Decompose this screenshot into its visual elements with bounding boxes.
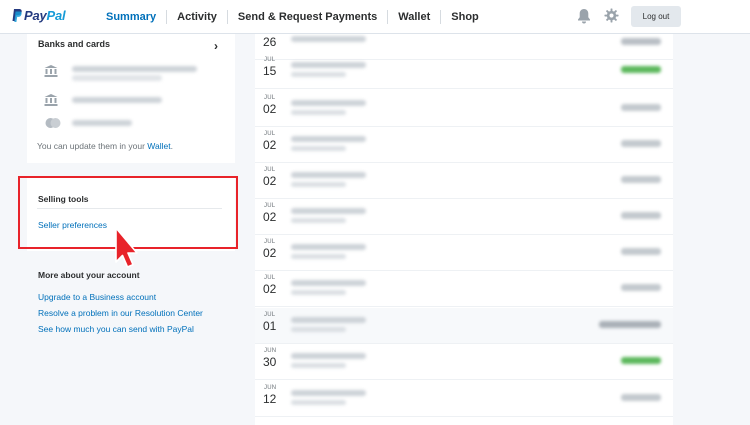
card-icon — [45, 118, 61, 128]
activity-row[interactable]: JUL 01 — [255, 308, 673, 344]
activity-day: 02 — [263, 282, 277, 296]
bank-account-blurred — [72, 66, 197, 72]
activity-row[interactable]: JUN 12 — [255, 381, 673, 417]
activity-month: JUL — [264, 131, 276, 137]
settings-gear-icon[interactable] — [604, 8, 619, 23]
activity-amount-blurred — [621, 212, 661, 219]
activity-month: JUL — [264, 203, 276, 209]
activity-amount-blurred — [621, 357, 661, 364]
activity-amount-blurred — [621, 284, 661, 291]
activity-day: 01 — [263, 319, 277, 333]
activity-row[interactable]: JUL 02 — [255, 235, 673, 271]
activity-amount-blurred — [621, 66, 661, 73]
activity-day: 02 — [263, 210, 277, 224]
paypal-logo[interactable]: PayPal — [12, 8, 66, 23]
activity-amount-blurred — [621, 176, 661, 183]
activity-title-blurred — [291, 172, 366, 178]
activity-amount-blurred — [621, 104, 661, 111]
activity-title-blurred — [291, 280, 366, 286]
activity-amount-blurred — [621, 38, 661, 45]
activity-month: JUL — [264, 312, 276, 318]
activity-title-blurred — [291, 353, 366, 359]
pointer-arrow-icon — [115, 227, 138, 268]
nav-activity[interactable]: Activity — [166, 10, 227, 24]
send-limit-link[interactable]: See how much you can send with PayPal — [38, 324, 194, 334]
activity-subtitle-blurred — [291, 146, 346, 151]
activity-row[interactable]: JUL 15 — [255, 53, 673, 89]
activity-title-blurred — [291, 100, 366, 106]
activity-day: 30 — [263, 355, 277, 369]
more-about-account-title: More about your account — [38, 270, 140, 280]
activity-row[interactable]: JUL 02 — [255, 163, 673, 199]
activity-row[interactable]: JUL 02 — [255, 271, 673, 307]
bank-icon — [44, 65, 58, 77]
chevron-right-icon[interactable]: › — [214, 39, 218, 53]
logout-button[interactable]: Log out — [631, 6, 681, 27]
nav-send-request[interactable]: Send & Request Payments — [226, 10, 387, 24]
activity-title-blurred — [291, 390, 366, 396]
activity-amount-blurred — [621, 140, 661, 147]
activity-subtitle-blurred — [291, 290, 346, 295]
update-note-text: You can update them in your — [37, 141, 148, 151]
paypal-logo-icon — [12, 9, 22, 22]
activity-day: 26 — [263, 35, 277, 49]
activity-subtitle-blurred — [291, 72, 346, 77]
activity-month: JUL — [264, 95, 276, 101]
activity-subtitle-blurred — [291, 363, 346, 368]
update-note-period: . — [170, 141, 173, 151]
activity-day: 15 — [263, 64, 277, 78]
activity-subtitle-blurred — [291, 182, 346, 187]
wallet-link[interactable]: Wallet — [147, 141, 170, 151]
activity-row[interactable]: JUN 30 — [255, 344, 673, 380]
activity-month: JUL — [264, 167, 276, 173]
activity-month: JUN — [264, 348, 277, 354]
activity-day: 02 — [263, 138, 277, 152]
bank-account-detail-blurred — [72, 75, 162, 81]
activity-month: JUN — [264, 385, 277, 391]
activity-list: 26 JUL 15 JUL 02 JUL 02 JUL 02 JUL 02 JU… — [255, 34, 673, 425]
banks-and-cards-title: Banks and cards — [38, 39, 111, 49]
activity-title-blurred — [291, 208, 366, 214]
activity-title-blurred — [291, 36, 366, 42]
activity-title-blurred — [291, 136, 366, 142]
activity-title-blurred — [291, 317, 366, 323]
activity-month: JUL — [264, 275, 276, 281]
main-nav: Summary Activity Send & Request Payments… — [96, 0, 489, 34]
activity-day: 12 — [263, 392, 277, 406]
nav-shop[interactable]: Shop — [440, 10, 489, 24]
activity-day: 02 — [263, 174, 277, 188]
notification-bell-icon[interactable] — [577, 8, 591, 24]
activity-title-blurred — [291, 62, 366, 68]
activity-row[interactable]: JUL 02 — [255, 91, 673, 127]
activity-amount-blurred — [621, 394, 661, 401]
activity-subtitle-blurred — [291, 400, 346, 405]
activity-subtitle-blurred — [291, 218, 346, 223]
update-wallet-note: You can update them in your Wallet. — [37, 141, 173, 151]
bank-account-blurred — [72, 97, 162, 103]
activity-day: 02 — [263, 246, 277, 260]
card-number-blurred — [72, 120, 132, 126]
top-navigation-bar: PayPal Summary Activity Send & Request P… — [0, 0, 750, 34]
activity-subtitle-blurred — [291, 110, 346, 115]
activity-month: JUL — [264, 239, 276, 245]
activity-subtitle-blurred — [291, 327, 346, 332]
activity-amount-blurred — [621, 248, 661, 255]
logo-text-pay: Pay — [24, 8, 47, 23]
activity-amount-blurred — [599, 321, 661, 328]
nav-summary[interactable]: Summary — [96, 10, 166, 24]
resolution-center-link[interactable]: Resolve a problem in our Resolution Cent… — [38, 308, 203, 318]
activity-subtitle-blurred — [291, 254, 346, 259]
activity-title-blurred — [291, 244, 366, 250]
nav-wallet[interactable]: Wallet — [387, 10, 440, 24]
activity-month: JUL — [264, 57, 276, 63]
upgrade-business-link[interactable]: Upgrade to a Business account — [38, 292, 156, 302]
activity-day: 02 — [263, 102, 277, 116]
bank-icon — [44, 94, 58, 106]
logo-text-pal: Pal — [46, 8, 66, 23]
activity-row[interactable]: JUL 02 — [255, 127, 673, 163]
activity-row[interactable]: JUL 02 — [255, 199, 673, 235]
